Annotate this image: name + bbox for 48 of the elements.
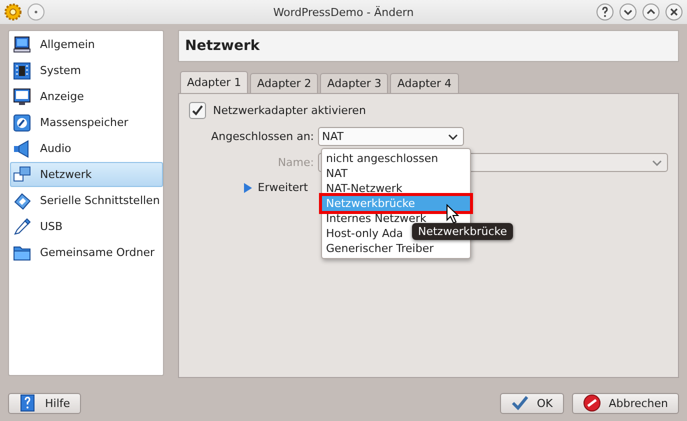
- cancel-button[interactable]: Abbrechen: [572, 392, 679, 414]
- expander[interactable]: Erweitert: [242, 181, 308, 194]
- help-icon[interactable]: [596, 3, 614, 21]
- network-icon: [13, 166, 31, 184]
- sidebar-item[interactable]: USB: [10, 214, 163, 239]
- tab[interactable]: Adapter 2: [250, 73, 318, 93]
- chevron-icon: [448, 134, 458, 140]
- tab[interactable]: Adapter 3: [320, 73, 388, 93]
- maximize-icon[interactable]: [642, 3, 660, 21]
- sidebar-item[interactable]: Anzeige: [10, 84, 163, 109]
- field-label: Angeschlossen an:: [210, 130, 314, 143]
- mouse-pointer-icon: [446, 204, 460, 224]
- chip-icon: [13, 62, 31, 80]
- monitor-icon: [13, 88, 31, 106]
- field-label: Name:: [276, 156, 314, 169]
- dropdown-option[interactable]: Generischer Treiber: [322, 241, 470, 256]
- sidebar-item[interactable]: Netzwerk: [10, 162, 163, 187]
- dropdown-option[interactable]: nicht angeschlossen: [322, 151, 470, 166]
- checkbox[interactable]: [189, 102, 206, 119]
- gear-icon[interactable]: [4, 3, 22, 21]
- sidebar-item[interactable]: Serielle Schnittstellen: [10, 188, 163, 213]
- triangle-right-icon: [242, 182, 252, 192]
- dropdown-option[interactable]: Internes Netzwerk: [322, 211, 470, 226]
- attached-to-dropdown[interactable]: NAT: [318, 127, 464, 146]
- sidebar-item[interactable]: Audio: [10, 136, 163, 161]
- close-icon[interactable]: [665, 3, 683, 21]
- sidebar-item[interactable]: Allgemein: [10, 32, 163, 57]
- help-button[interactable]: Hilfe: [8, 392, 82, 414]
- checkbox-label: Netzwerkadapter aktivieren: [213, 104, 366, 117]
- stop-icon: [582, 394, 601, 412]
- sidebar-item[interactable]: System: [10, 58, 163, 83]
- sidebar-item[interactable]: Gemeinsame Ordner: [10, 240, 163, 265]
- dropdown-option[interactable]: NAT: [322, 166, 470, 181]
- minimize-icon[interactable]: [619, 3, 637, 21]
- tooltip: Netzwerkbrücke: [412, 223, 514, 240]
- folder-icon: [13, 244, 31, 262]
- speaker-icon: [13, 140, 31, 158]
- ok-button[interactable]: OK: [500, 392, 564, 414]
- tab[interactable]: Adapter 4: [390, 73, 459, 93]
- dropdown-option[interactable]: NAT-Netzwerk: [322, 181, 470, 196]
- checkmark-icon: [510, 394, 529, 412]
- help-book-icon: [19, 394, 37, 412]
- sidebar-item[interactable]: Massenspeicher: [10, 110, 163, 135]
- page-title: Netzwerk: [185, 38, 260, 54]
- computer-icon: [13, 36, 31, 54]
- tab[interactable]: Adapter 1: [180, 71, 248, 93]
- chevron-icon: [652, 160, 662, 166]
- window-title: WordPressDemo - Ändern: [272, 6, 415, 18]
